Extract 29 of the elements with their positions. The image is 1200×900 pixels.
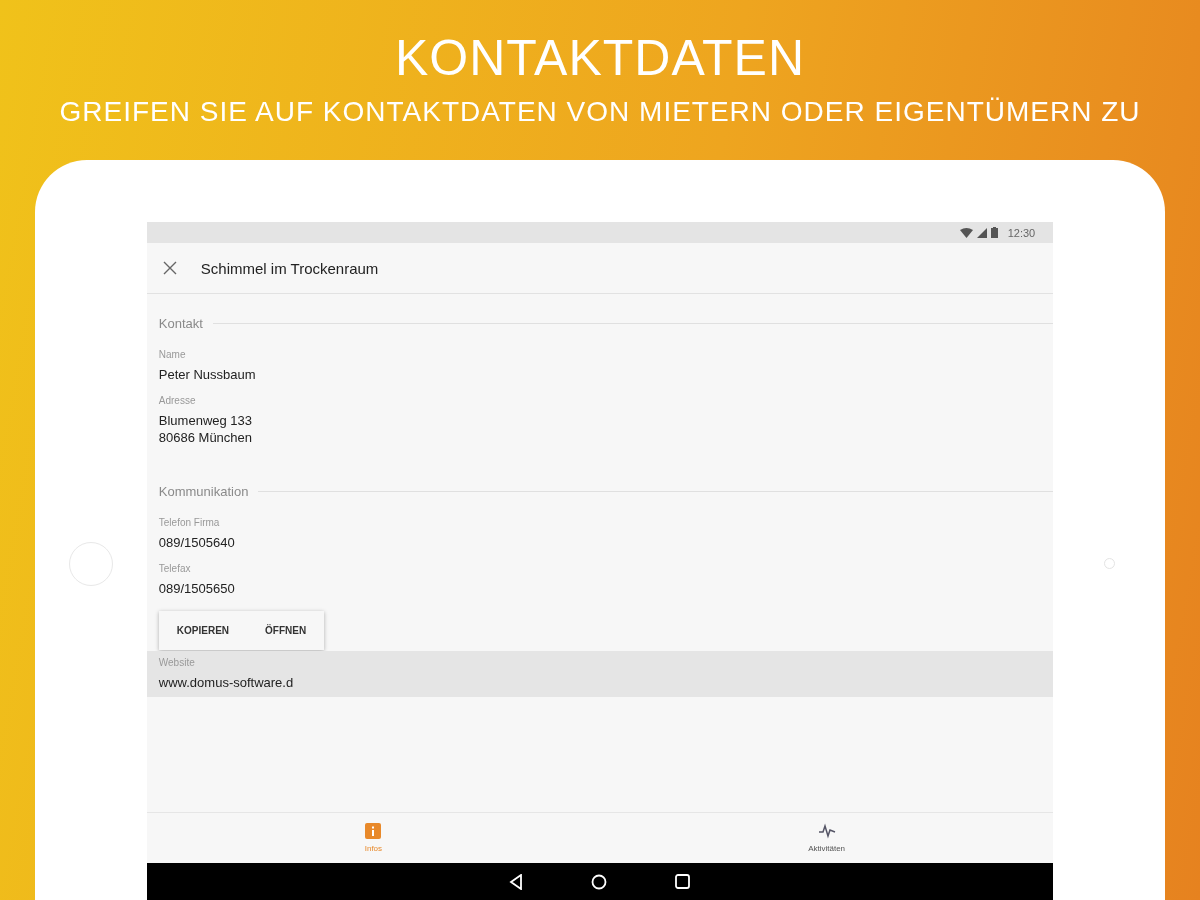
field-label: Name	[158, 348, 187, 361]
headline: KONTAKTDATEN	[394, 29, 806, 88]
activity-icon	[817, 823, 836, 839]
home-icon[interactable]	[591, 873, 608, 890]
field-value: Peter Nussbaum	[158, 366, 257, 383]
field-value: Blumenweg 133 80686 München	[158, 412, 254, 446]
field-label: Telefon Firma	[158, 516, 221, 529]
battery-icon	[990, 227, 998, 238]
nav-tab[interactable]: Aktivitäten	[600, 813, 1054, 863]
selected-field-row[interactable]: Website www.domus-software.d	[146, 651, 1054, 697]
menu-button[interactable]: KOPIEREN	[158, 611, 248, 650]
section-title: Kommunikation	[158, 484, 249, 499]
field-value: 089/1505650	[158, 580, 236, 597]
status-time: 12:30	[1007, 226, 1036, 239]
wifi-icon	[959, 227, 973, 238]
subheadline: GREIFEN SIE AUF KONTAKTDATEN VON MIETERN ODER EIGENTÜMERN ZU	[59, 95, 1141, 129]
menu-button[interactable]: ÖFFNEN	[247, 611, 325, 650]
toolbar-title: Schimmel im Trockenraum	[200, 259, 379, 277]
info-icon	[365, 823, 382, 839]
close-icon[interactable]	[162, 261, 177, 275]
back-icon[interactable]	[509, 873, 524, 890]
section-title: Kontakt	[158, 316, 203, 331]
field-value: 089/1505640	[158, 534, 236, 551]
overview-icon[interactable]	[675, 874, 691, 889]
field-label: Website	[158, 656, 196, 669]
field-label: Adresse	[158, 394, 197, 407]
signal-icon	[976, 227, 987, 238]
field-label: Telefax	[158, 562, 192, 575]
field-value: www.domus-software.d	[158, 674, 295, 691]
